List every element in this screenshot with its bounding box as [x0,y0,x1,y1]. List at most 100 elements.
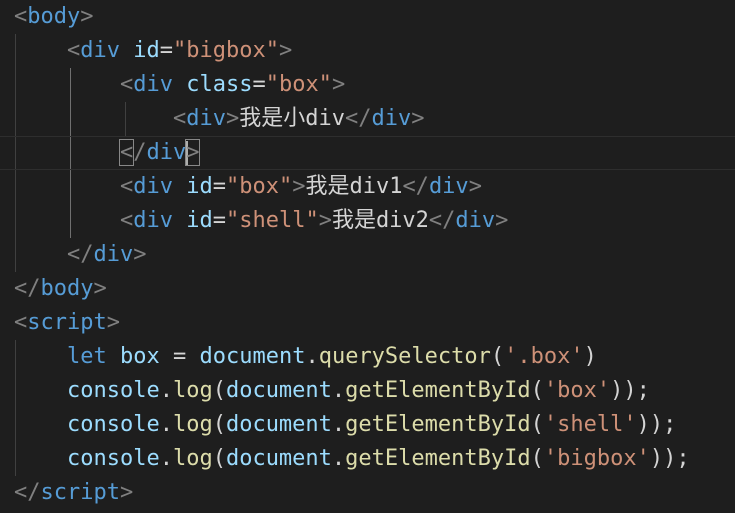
token-var: document [225,446,332,471]
token-tag: div [93,242,134,267]
token-plain: . [305,344,319,369]
code-line-4[interactable]: <div>我是小div</div> [0,102,735,136]
code-line-2[interactable]: <div id="bigbox"> [0,34,735,68]
token-punc: > [133,242,147,267]
token-plain: )); [636,412,677,437]
code-line-6[interactable]: <div id="box">我是div1</div> [0,170,735,204]
code-line-3[interactable]: <div class="box"> [0,68,735,102]
token-fn: log [172,446,213,471]
code-line-15[interactable]: </script> [0,476,735,510]
token-plain: . [159,378,173,403]
token-plain: ( [530,378,544,403]
code-line-12[interactable]: console.log(document.getElementById('box… [0,374,735,408]
token-attr: id [133,38,160,63]
token-punc: > [468,174,482,199]
token-plain: ( [490,344,505,369]
token-str: "shell" [225,208,319,233]
token-tag: div [428,174,469,199]
code-line-text: <body> [14,0,93,34]
code-line-1[interactable]: <body> [0,0,735,34]
token-tag: div [371,106,412,131]
token-punc: > [411,106,425,131]
token-fn: log [172,412,213,437]
token-var: console [66,446,160,471]
token-var: document [225,412,332,437]
token-tag: script [40,480,120,505]
token-punc: > [318,208,332,233]
code-line-8[interactable]: </div> [0,238,735,272]
token-text: 我是div2 [331,208,429,233]
code-line-5[interactable]: </div> [0,136,735,170]
token-plain: )); [610,378,650,403]
token-punc: > [185,139,201,166]
token-punc: < [172,106,187,131]
token-fn: getElementById [345,412,531,437]
code-line-text: </script> [14,476,133,510]
code-line-text: <script> [14,306,120,340]
code-line-text: console.log(document.getElementById('big… [14,442,690,476]
token-tag: div [133,174,173,199]
token-punc: </ [14,480,41,505]
token-var: document [225,378,332,403]
token-tag: body [27,4,81,29]
code-line-text: <div id="bigbox"> [14,34,292,68]
token-tag: div [133,208,173,233]
token-var: console [66,378,160,403]
code-line-9[interactable]: </body> [0,272,735,306]
token-punc: > [292,174,306,199]
token-tag: div [133,72,173,97]
token-fn: getElementById [345,446,531,471]
code-line-text: <div id="shell">我是div2</div> [14,204,508,238]
code-line-11[interactable]: let box = document.querySelector('.box') [0,340,735,374]
code-line-10[interactable]: <script> [0,306,735,340]
token-tag: script [27,310,107,335]
token-punc: < [66,38,81,63]
token-punc: </ [402,174,429,199]
token-str: 'bigbox' [543,446,650,471]
token-punc: < [119,174,134,199]
token-kw: let [66,344,107,369]
token-punc: </ [14,276,41,301]
token-tag: div [146,140,187,165]
token-plain: ( [530,412,544,437]
token-plain: . [331,412,346,437]
token-punc: > [80,4,94,29]
token-punc: < [119,208,134,233]
code-line-text: <div class="box"> [14,68,345,102]
code-line-7[interactable]: <div id="shell">我是div2</div> [0,204,735,238]
token-fn: getElementById [345,378,531,403]
token-punc: > [119,480,134,505]
token-fn: log [172,378,213,403]
token-plain: ( [530,446,544,471]
token-punc: > [93,276,107,301]
token-plain: . [159,412,173,437]
code-line-text: console.log(document.getElementById('she… [14,408,676,442]
token-punc: < [118,139,135,166]
token-punc: / [133,140,147,165]
token-str: '.box' [504,344,584,369]
token-punc: > [278,38,293,63]
token-plain: ) [583,344,597,369]
token-plain: . [331,446,346,471]
code-line-13[interactable]: console.log(document.getElementById('she… [0,408,735,442]
token-plain: ( [212,446,226,471]
code-line-text: </body> [14,272,107,306]
token-str: "box" [225,174,293,199]
token-punc: < [14,4,28,29]
code-line-14[interactable]: console.log(document.getElementById('big… [0,442,735,476]
token-tag: div [80,38,120,63]
token-punc: </ [66,242,94,267]
code-editor[interactable]: <body> <div id="bigbox"> <div class="box… [0,0,735,513]
token-plain: ( [212,412,226,437]
